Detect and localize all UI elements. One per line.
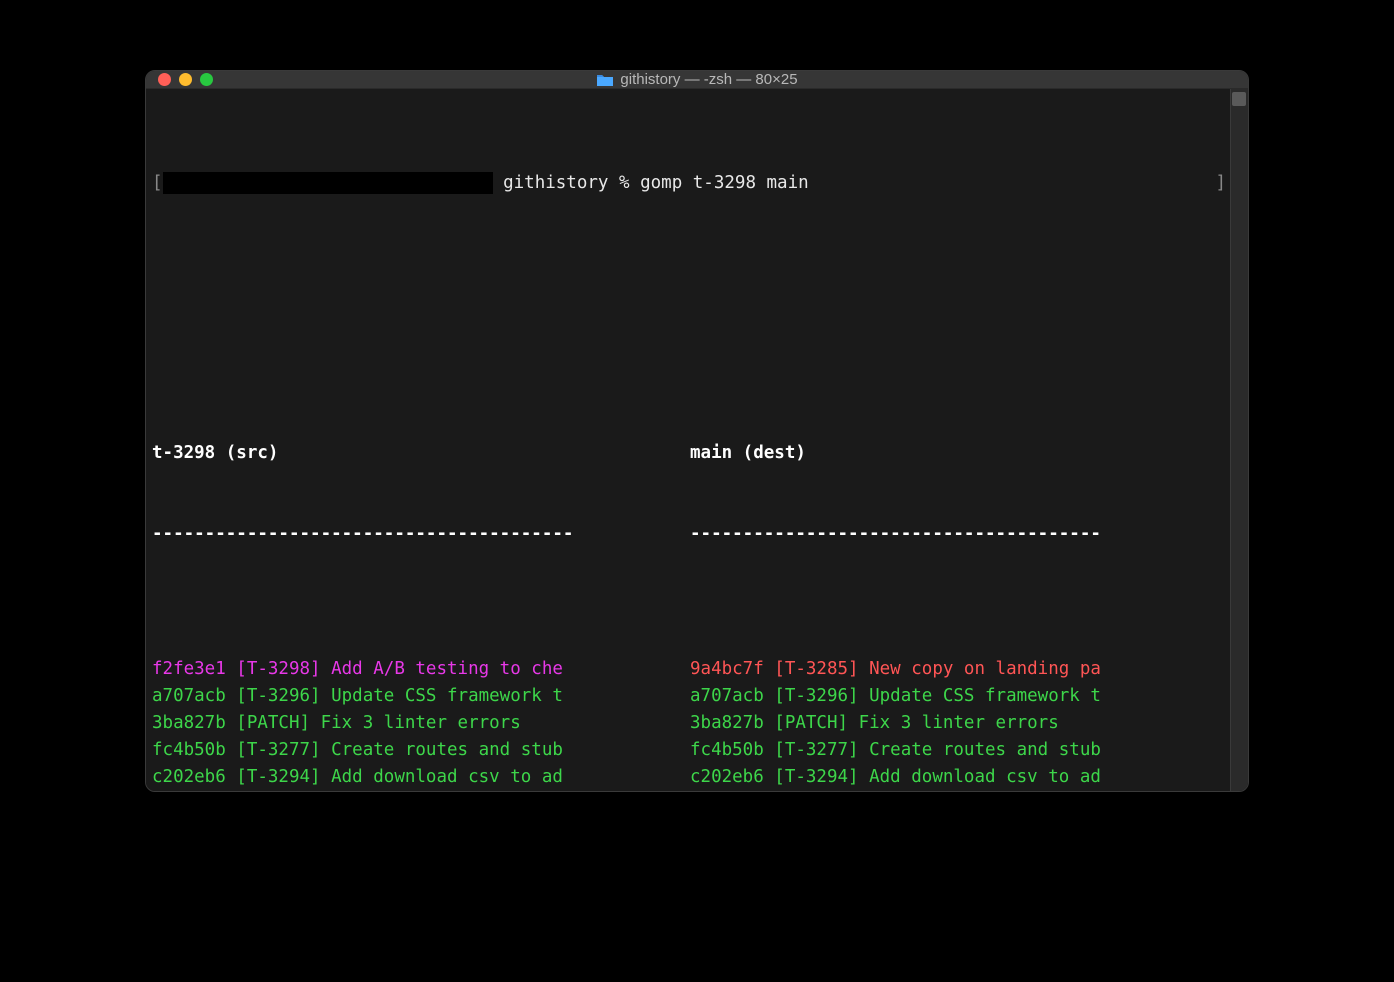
header-src: t-3298 (src)	[152, 440, 690, 467]
maximize-button[interactable]	[200, 73, 213, 86]
commit-row: f2fe3e1 [T-3298] Add A/B testing to che 9…	[146, 656, 1230, 683]
commit-src: fc4b50b [T-3277] Create routes and stub	[152, 737, 690, 764]
commit-src: a707acb [T-3296] Update CSS framework t	[152, 683, 690, 710]
commit-row: c202eb6 [T-3294] Add download csv to ad c…	[146, 764, 1230, 791]
divider-src: ----------------------------------------	[152, 521, 690, 548]
commit-dest: 9a4bc7f [T-3285] New copy on landing pa	[690, 656, 1228, 683]
commit-row: 3ba827b [PATCH] Fix 3 linter errors 3ba82…	[146, 710, 1230, 737]
commit-text: a707acb [T-3296] Update CSS framework t	[690, 686, 1101, 706]
window-title-text: githistory — -zsh — 80×25	[620, 71, 797, 88]
close-button[interactable]	[158, 73, 171, 86]
folder-icon	[596, 73, 614, 87]
titlebar[interactable]: githistory — -zsh — 80×25	[146, 71, 1248, 89]
commit-text: fc4b50b [T-3277] Create routes and stub	[152, 740, 563, 760]
minimize-button[interactable]	[179, 73, 192, 86]
commit-text: fc4b50b [T-3277] Create routes and stub	[690, 740, 1101, 760]
prompt-command: gomp t-3298 main	[640, 173, 809, 193]
commit-dest: c202eb6 [T-3294] Add download csv to ad	[690, 764, 1228, 791]
commit-src: 3ba827b [PATCH] Fix 3 linter errors	[152, 710, 690, 737]
scrollbar-top-icon[interactable]	[1232, 92, 1246, 106]
traffic-lights	[158, 73, 213, 86]
commit-text: 3ba827b [PATCH] Fix 3 linter errors	[690, 713, 1059, 733]
terminal-body: [ githistory % gomp t-3298 main] t-3298 …	[146, 89, 1248, 792]
blank-row	[146, 305, 1230, 332]
commit-row: a707acb [T-3296] Update CSS framework t a…	[146, 683, 1230, 710]
commit-text: 3ba827b [PATCH] Fix 3 linter errors	[152, 713, 521, 733]
scrollbar-track[interactable]	[1230, 89, 1248, 792]
commit-text: c202eb6 [T-3294] Add download csv to ad	[690, 767, 1101, 787]
commit-text: a707acb [T-3296] Update CSS framework t	[152, 686, 563, 706]
commit-rows: f2fe3e1 [T-3298] Add A/B testing to che 9…	[146, 656, 1230, 791]
column-headers: t-3298 (src) main (dest)	[146, 440, 1230, 467]
commit-row: fc4b50b [T-3277] Create routes and stub f…	[146, 737, 1230, 764]
terminal-window: githistory — -zsh — 80×25 [ githistory %…	[145, 70, 1249, 792]
prompt-line-1: [ githistory % gomp t-3298 main]	[146, 170, 1230, 197]
window-title: githistory — -zsh — 80×25	[158, 71, 1236, 88]
prompt-dir: githistory	[503, 173, 608, 193]
commit-src: c202eb6 [T-3294] Add download csv to ad	[152, 764, 690, 791]
column-dividers: ----------------------------------------…	[146, 521, 1230, 548]
commit-text: 9a4bc7f [T-3285] New copy on landing pa	[690, 659, 1101, 679]
header-dest: main (dest)	[690, 440, 1228, 467]
commit-text: c202eb6 [T-3294] Add download csv to ad	[152, 767, 563, 787]
commit-dest: a707acb [T-3296] Update CSS framework t	[690, 683, 1228, 710]
bracket-close: ]	[1215, 170, 1226, 197]
redacted-user-host	[163, 172, 493, 194]
bracket-open: [	[152, 173, 163, 193]
divider-dest: ---------------------------------------	[690, 521, 1228, 548]
commit-dest: fc4b50b [T-3277] Create routes and stub	[690, 737, 1228, 764]
commit-text: f2fe3e1 [T-3298] Add A/B testing to che	[152, 659, 563, 679]
prompt-symbol: %	[619, 173, 630, 193]
commit-src: f2fe3e1 [T-3298] Add A/B testing to che	[152, 656, 690, 683]
commit-dest: 3ba827b [PATCH] Fix 3 linter errors	[690, 710, 1228, 737]
terminal-content[interactable]: [ githistory % gomp t-3298 main] t-3298 …	[146, 89, 1230, 792]
